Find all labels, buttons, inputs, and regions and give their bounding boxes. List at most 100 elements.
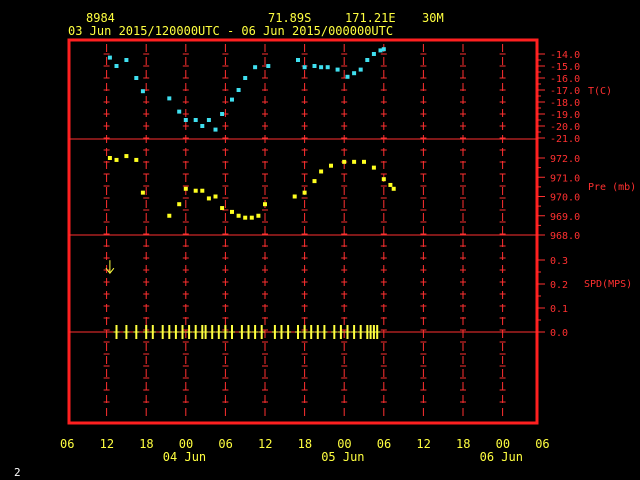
pressure-point [243,215,248,220]
y-tick-label: -21.0 [550,134,580,145]
pressure-point [167,213,172,218]
temperature-point [345,74,350,79]
temperature-point [352,71,357,76]
temperature-point [302,65,307,70]
pressure-point [107,156,112,160]
y-tick-label: 0.2 [550,280,568,291]
y-tick-label: 0.3 [550,256,568,267]
pressure-point [302,190,307,195]
pressure-point [388,182,393,187]
pressure-point [391,186,396,191]
x-tick-label: 06 [60,437,74,451]
temperature-point [200,124,205,128]
temperature-point [213,127,218,132]
temperature-point [134,76,139,80]
y-tick-label: -17.0 [550,86,580,97]
x-tick-label: 06 [377,437,391,451]
x-tick-label: 12 [416,437,430,451]
temperature-point [140,89,145,94]
temperature-point [319,65,324,70]
x-tick-label: 00 [496,437,510,451]
x-date-label: 06 Jun [480,450,523,464]
pressure-point [352,159,357,164]
x-date-label: 05 Jun [321,450,364,464]
vertical-grid [103,44,506,420]
pressure-point [177,202,182,207]
pressure-point [263,202,267,207]
x-axis-labels: 06 12 18 00 06 12 18 00 06 12 18 00 06 04 Jun 05 Jun 06… [60,437,550,464]
pressure-point [249,215,254,220]
pressure-point [230,209,234,214]
y-tick-label: -18.0 [550,98,580,109]
pressure-point [256,213,261,218]
y-axis-label: SPD(MPS) [584,279,632,290]
pressure-point [362,159,366,164]
temperature-point [312,64,317,68]
time-range: 03 Jun 2015/120000UTC - 06 Jun 2015/0000… [68,24,393,38]
y-tick-label: 0.1 [550,304,568,315]
temperature-point [365,58,370,62]
y-tick-label: -20.0 [550,122,580,133]
temperature-point [230,97,234,102]
pressure-point [213,194,218,199]
temperature-point [371,52,376,56]
temperature-point [177,109,182,114]
x-tick-label: 12 [100,437,114,451]
pressure-point [193,188,198,193]
y-axis-label: T(C) [588,86,612,97]
y-tick-label: 0.0 [550,328,568,339]
station-id: 8984 [86,11,115,25]
y-tick-label: 970.0 [550,193,580,204]
x-tick-label: 12 [258,437,272,451]
pressure-point [371,165,376,170]
temperature-point [114,64,119,68]
temperature-point [124,58,129,62]
x-tick-label: 18 [298,437,312,451]
y-tick-label: -19.0 [550,110,580,121]
temperature-point [220,112,225,116]
x-tick-label: 00 [337,437,351,451]
y-axis-labels: -14.0-15.0-16.0-17.0-18.0-19.0-20.0-21.0… [550,50,636,339]
pressure-point [140,190,145,195]
pressure-point [200,188,205,193]
longitude: 171.21E [345,11,396,25]
meteogram-chart: 8984 71.89S 171.21E 30M 03 Jun 2015/1200… [14,11,636,479]
page-number: 2 [14,466,21,479]
y-tick-label: 972.0 [550,154,580,165]
pressure-point [134,157,139,162]
temperature-point [243,76,248,80]
x-date-label: 04 Jun [163,450,206,464]
x-tick-label: 18 [139,437,153,451]
temperature-point [193,118,198,122]
x-tick-label: 18 [456,437,470,451]
y-axis-label: Pre (mb) [588,182,636,193]
temperature-point [381,47,386,52]
pressure-point [319,169,324,174]
temperature-point [107,55,112,60]
pressure-point [236,213,241,218]
elevation: 30M [422,11,444,25]
temperature-point [167,96,172,101]
temperature-point [296,58,300,62]
y-tick-label: -16.0 [550,74,580,85]
temperature-point [183,118,188,122]
temperature-point [335,67,340,72]
x-tick-label: 06 [218,437,232,451]
y-tick-label: 969.0 [550,212,580,223]
latitude: 71.89S [268,11,311,25]
pressure-point [114,157,119,162]
pressure-point [329,163,333,168]
y-tick-label: -15.0 [550,62,580,73]
temperature-point [253,65,258,70]
pressure-point [342,159,347,164]
pressure-point [124,154,129,159]
temperature-point [325,65,330,70]
x-tick-label: 00 [179,437,193,451]
pressure-point [312,179,317,184]
x-tick-label: 06 [535,437,549,451]
pressure-point [292,194,297,199]
y-tick-label: 971.0 [550,173,580,184]
temperature-point [266,64,271,68]
pressure-point [183,186,188,191]
y-tick-label: -14.0 [550,50,580,61]
